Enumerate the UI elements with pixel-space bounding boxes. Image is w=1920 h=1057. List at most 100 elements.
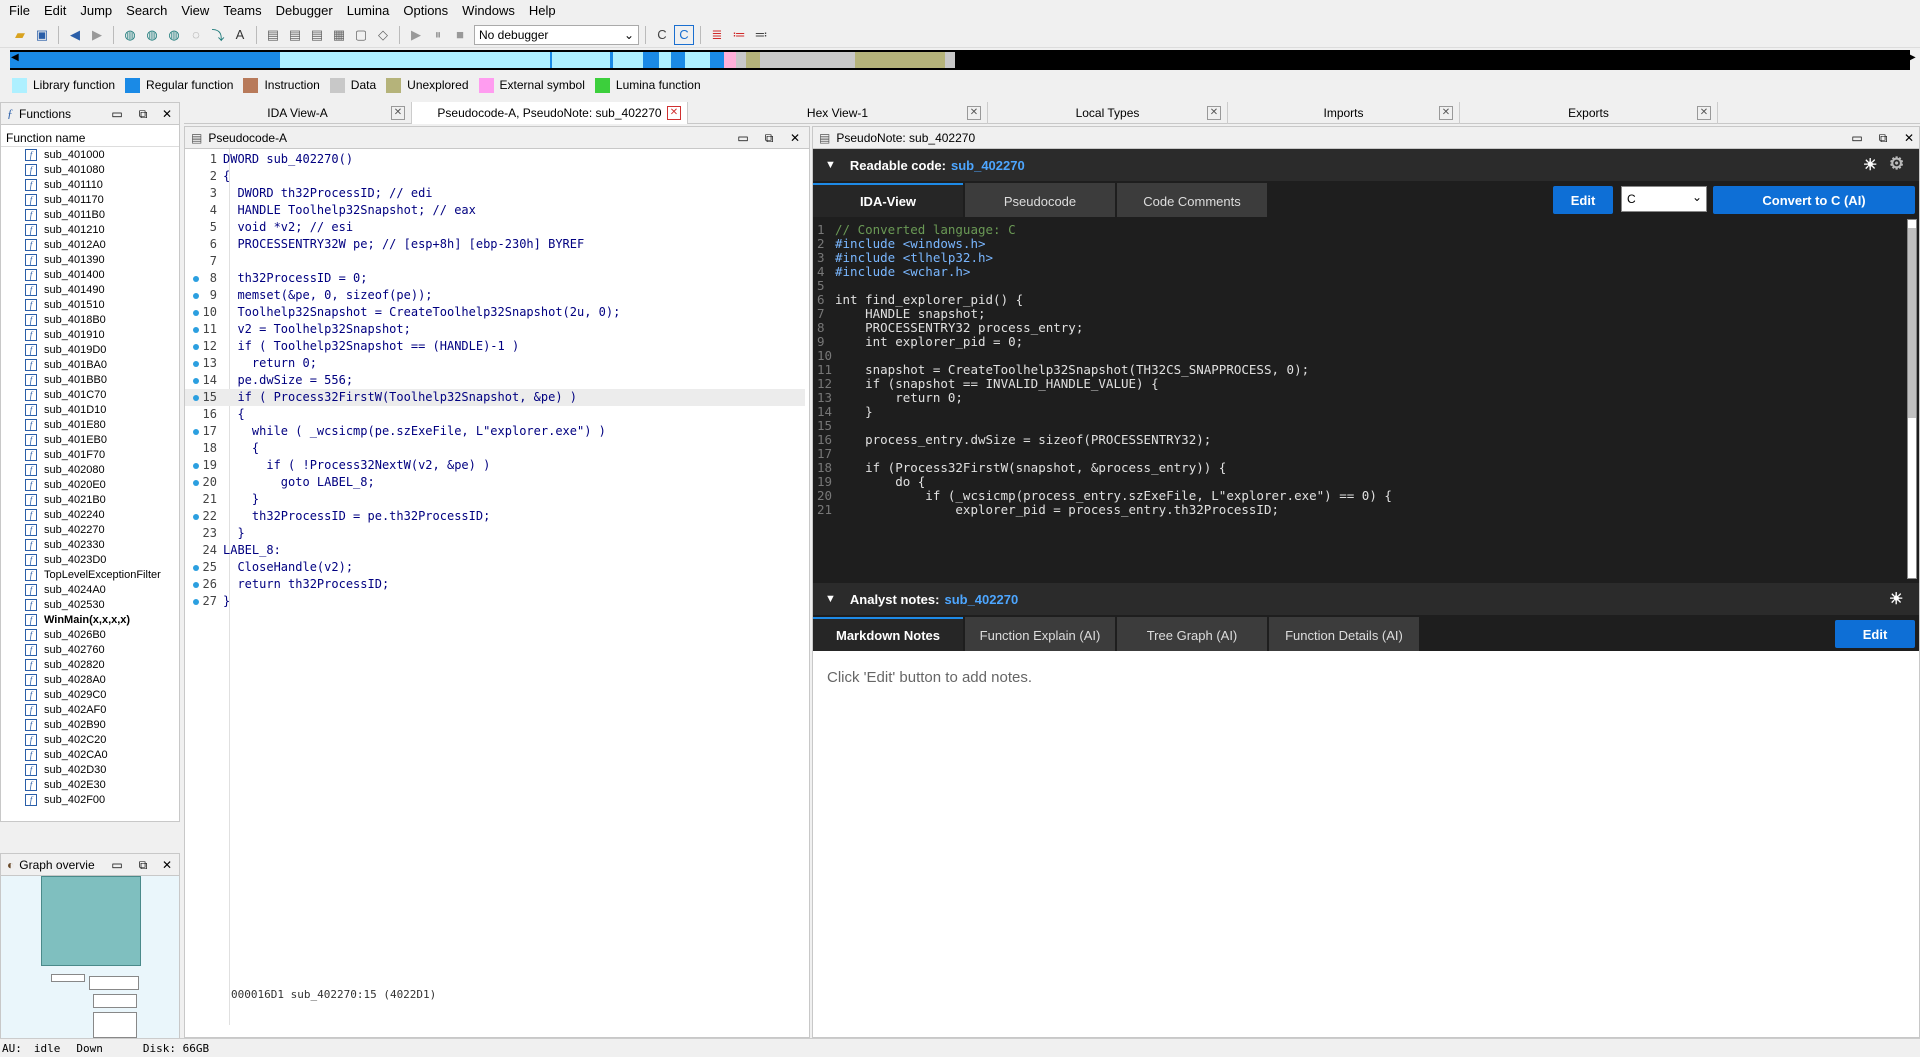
function-list-item[interactable]: f sub_401390 (1, 252, 179, 267)
function-list-item[interactable]: f sub_4021B0 (1, 492, 179, 507)
list3-icon[interactable]: ▤ (307, 25, 327, 45)
breakpoint-icon[interactable]: ≣ (707, 25, 727, 45)
save-icon[interactable]: ▣ (32, 25, 52, 45)
convert-button[interactable]: Convert to C (AI) (1713, 186, 1915, 214)
close-icon[interactable]: ✕ (787, 130, 803, 146)
function-list-item[interactable]: f sub_402240 (1, 507, 179, 522)
function-list-item[interactable]: f sub_401EB0 (1, 432, 179, 447)
function-list-item[interactable]: f sub_402080 (1, 462, 179, 477)
debugger-select[interactable]: No debugger ⌄ (474, 24, 639, 45)
navigation-band[interactable] (10, 50, 1910, 70)
tab-ida-view-a[interactable]: IDA View-A ✕ (184, 102, 412, 124)
function-list-item[interactable]: f sub_4019D0 (1, 342, 179, 357)
edit-notes-button[interactable]: Edit (1835, 620, 1915, 648)
function-list-item[interactable]: f sub_401BA0 (1, 357, 179, 372)
function-list-item[interactable]: f TopLevelExceptionFilter (1, 567, 179, 582)
theme-icon[interactable]: ☀ (1889, 589, 1903, 609)
function-list-item[interactable]: f sub_4024A0 (1, 582, 179, 597)
function-list-item[interactable]: f sub_401BB0 (1, 372, 179, 387)
close-icon[interactable]: ✕ (1439, 106, 1453, 120)
graph-overview-canvas[interactable] (1, 876, 179, 1042)
function-list-item[interactable]: f sub_401E80 (1, 417, 179, 432)
menu-lumina[interactable]: Lumina (340, 0, 397, 22)
pseudocode-editor[interactable]: 1 DWORD sub_402270() 2{3 DWORD th32Process… (185, 149, 809, 1025)
breakpoint-dot-icon[interactable] (193, 361, 199, 367)
edit-code-button[interactable]: Edit (1553, 186, 1613, 214)
function-list-item[interactable]: f sub_402AF0 (1, 702, 179, 717)
breakpoint2-icon[interactable]: ≔ (729, 25, 749, 45)
menu-windows[interactable]: Windows (455, 0, 522, 22)
menu-edit[interactable]: Edit (37, 0, 73, 22)
close-icon[interactable]: ✕ (1207, 106, 1221, 120)
maximize-icon[interactable]: ▭ (109, 857, 125, 873)
function-list-item[interactable]: f sub_4029C0 (1, 687, 179, 702)
undefine-icon[interactable]: ◌ (186, 25, 206, 45)
function-list-item[interactable]: f sub_4026B0 (1, 627, 179, 642)
float-icon[interactable]: ⧉ (1875, 130, 1891, 146)
list2-icon[interactable]: ▤ (285, 25, 305, 45)
function-list-item[interactable]: f sub_402F00 (1, 792, 179, 807)
close-icon[interactable]: ✕ (967, 106, 981, 120)
tab-markdown-notes[interactable]: Markdown Notes (813, 617, 963, 651)
text-icon[interactable]: A (230, 25, 250, 45)
function-list-item[interactable]: f sub_401080 (1, 162, 179, 177)
nav-data-icon[interactable]: ◍ (142, 25, 162, 45)
menu-jump[interactable]: Jump (73, 0, 119, 22)
function-list-item[interactable]: f sub_401210 (1, 222, 179, 237)
breakpoint-dot-icon[interactable] (193, 463, 199, 469)
close-icon[interactable]: ✕ (391, 106, 405, 120)
tab-local-types[interactable]: Local Types ✕ (988, 102, 1228, 124)
menu-teams[interactable]: Teams (216, 0, 268, 22)
open-icon[interactable]: ▰ (10, 25, 30, 45)
function-list-item[interactable]: f sub_401000 (1, 147, 179, 162)
menu-view[interactable]: View (174, 0, 216, 22)
function-list-item[interactable]: f sub_4023D0 (1, 552, 179, 567)
function-list-item[interactable]: f sub_401F70 (1, 447, 179, 462)
maximize-icon[interactable]: ▭ (735, 130, 751, 146)
close-icon[interactable]: ✕ (667, 106, 681, 120)
function-list-item[interactable]: f sub_401110 (1, 177, 179, 192)
tab-pseudocode-a-pseudonote-sub-402270[interactable]: Pseudocode-A, PseudoNote: sub_402270 ✕ (412, 102, 688, 124)
list-icon[interactable]: ▤ (263, 25, 283, 45)
close-icon[interactable]: ✕ (159, 106, 175, 122)
code-scrollbar[interactable] (1907, 219, 1917, 579)
float-icon[interactable]: ⧉ (761, 130, 777, 146)
breakpoint-dot-icon[interactable] (193, 480, 199, 486)
function-list-item[interactable]: f sub_402E30 (1, 777, 179, 792)
menu-debugger[interactable]: Debugger (269, 0, 340, 22)
function-list-item[interactable]: f sub_4011B0 (1, 207, 179, 222)
tab-exports[interactable]: Exports ✕ (1460, 102, 1718, 124)
nav-struct-icon[interactable]: ◍ (164, 25, 184, 45)
breakpoint-dot-icon[interactable] (193, 395, 199, 401)
menu-file[interactable]: File (2, 0, 37, 22)
function-list-item[interactable]: f sub_402530 (1, 597, 179, 612)
pause-icon[interactable]: ⏸ (428, 25, 448, 45)
notes-body[interactable]: Click 'Edit' button to add notes. (813, 651, 1919, 1031)
theme-icon[interactable]: ☀ (1863, 155, 1877, 175)
language-select[interactable]: C ⌄ (1621, 186, 1707, 212)
breakpoint-dot-icon[interactable] (193, 565, 199, 571)
function-list-item[interactable]: f sub_4028A0 (1, 672, 179, 687)
breakpoint-dot-icon[interactable] (193, 429, 199, 435)
tab-ida-view[interactable]: IDA-View (813, 183, 963, 217)
breakpoint-dot-icon[interactable] (193, 344, 199, 350)
case-icon[interactable]: C (652, 25, 672, 45)
float-icon[interactable]: ⧉ (135, 106, 151, 122)
case2-icon[interactable]: C (674, 24, 694, 45)
breakpoint-dot-icon[interactable] (193, 378, 199, 384)
breakpoint-dot-icon[interactable] (193, 514, 199, 520)
nav-right-arrow-icon[interactable]: ▶ (1908, 52, 1916, 63)
graph-icon[interactable]: ◇ (373, 25, 393, 45)
function-list-item[interactable]: f sub_402820 (1, 657, 179, 672)
tab-function-details[interactable]: Function Details (AI) (1269, 617, 1419, 651)
forward-icon[interactable]: ▶ (87, 25, 107, 45)
tab-hex-view-1[interactable]: Hex View-1 ✕ (688, 102, 988, 124)
function-list-item[interactable]: f sub_401910 (1, 327, 179, 342)
close-icon[interactable]: ✕ (1697, 106, 1711, 120)
breakpoint-dot-icon[interactable] (193, 582, 199, 588)
function-list-item[interactable]: f sub_402CA0 (1, 747, 179, 762)
function-list-item[interactable]: f sub_4018B0 (1, 312, 179, 327)
collapse-icon[interactable]: ▼ (825, 593, 836, 605)
struct-icon[interactable]: ▦ (329, 25, 349, 45)
function-list-item[interactable]: f sub_402270 (1, 522, 179, 537)
